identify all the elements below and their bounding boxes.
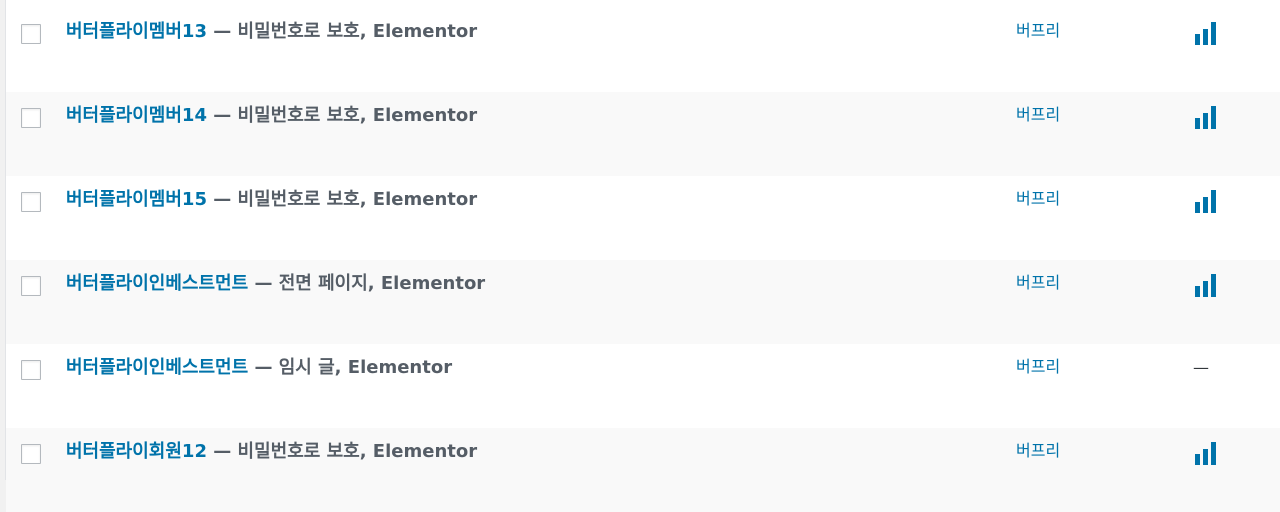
row-title-line: 버터플라이인베스트먼트 — 임시 글, Elementor bbox=[66, 356, 452, 380]
author-link[interactable]: 버프리 bbox=[1016, 104, 1060, 126]
post-state: 비밀번호로 보호, Elementor bbox=[237, 441, 478, 462]
row-title-link[interactable]: 버터플라이인베스트먼트 bbox=[66, 357, 248, 378]
table-row: 버터플라이멤버14 — 비밀번호로 보호, Elementor 버프리 bbox=[6, 92, 1280, 176]
row-title-line: 버터플라이멤버15 — 비밀번호로 보호, Elementor bbox=[66, 188, 477, 212]
title-separator: — bbox=[248, 273, 279, 294]
seo-score-icon bbox=[1194, 189, 1220, 213]
author-link[interactable]: 버프리 bbox=[1016, 356, 1060, 378]
row-title-link[interactable]: 버터플라이멤버14 bbox=[66, 105, 207, 126]
table-row: 버터플라이멤버13 — 비밀번호로 보호, Elementor 버프리 bbox=[6, 0, 1280, 76]
title-separator: — bbox=[206, 441, 238, 462]
bars-icon bbox=[1195, 274, 1216, 297]
seo-score-icon bbox=[1194, 21, 1220, 45]
row-title-line: 버터플라이멤버13 — 비밀번호로 보호, Elementor bbox=[66, 20, 477, 44]
author-link[interactable]: 버프리 bbox=[1016, 272, 1060, 294]
seo-score-icon bbox=[1194, 273, 1220, 297]
bars-icon bbox=[1195, 106, 1216, 129]
row-title-link[interactable]: 버터플라이인베스트먼트 bbox=[66, 273, 248, 294]
author-link[interactable]: 버프리 bbox=[1016, 440, 1060, 462]
post-state: 비밀번호로 보호, Elementor bbox=[237, 105, 478, 126]
row-checkbox[interactable] bbox=[21, 24, 41, 44]
title-separator: — bbox=[206, 105, 238, 126]
table-row: 버터플라이멤버15 — 비밀번호로 보호, Elementor 버프리 bbox=[6, 176, 1280, 260]
bars-icon bbox=[1195, 442, 1216, 465]
post-state: 비밀번호로 보호, Elementor bbox=[237, 189, 478, 210]
seo-score-icon bbox=[1194, 441, 1220, 465]
row-checkbox[interactable] bbox=[21, 444, 41, 464]
title-separator: — bbox=[206, 189, 238, 210]
row-title-link[interactable]: 버터플라이멤버13 bbox=[66, 21, 207, 42]
table-row: 버터플라이회원12 — 비밀번호로 보호, Elementor 버프리 bbox=[6, 428, 1280, 512]
title-separator: — bbox=[206, 21, 238, 42]
row-title-link[interactable]: 버터플라이회원12 bbox=[66, 441, 207, 462]
row-title-link[interactable]: 버터플라이멤버15 bbox=[66, 189, 207, 210]
title-separator: — bbox=[248, 357, 279, 378]
post-state: 임시 글, Elementor bbox=[278, 357, 453, 378]
row-checkbox[interactable] bbox=[21, 108, 41, 128]
bars-icon bbox=[1195, 22, 1216, 45]
seo-score-empty: — bbox=[1193, 358, 1209, 377]
row-title-line: 버터플라이멤버14 — 비밀번호로 보호, Elementor bbox=[66, 104, 477, 128]
post-state: 비밀번호로 보호, Elementor bbox=[237, 21, 478, 42]
table-row: 버터플라이인베스트먼트 — 임시 글, Elementor 버프리 — bbox=[6, 344, 1280, 428]
row-checkbox[interactable] bbox=[21, 276, 41, 296]
row-checkbox[interactable] bbox=[21, 192, 41, 212]
seo-score-icon bbox=[1194, 105, 1220, 129]
row-checkbox[interactable] bbox=[21, 360, 41, 380]
table-row: 버터플라이인베스트먼트 — 전면 페이지, Elementor 버프리 bbox=[6, 260, 1280, 344]
bars-icon bbox=[1195, 190, 1216, 213]
author-link[interactable]: 버프리 bbox=[1016, 188, 1060, 210]
row-title-line: 버터플라이인베스트먼트 — 전면 페이지, Elementor bbox=[66, 272, 485, 296]
author-link[interactable]: 버프리 bbox=[1016, 20, 1060, 42]
row-title-line: 버터플라이회원12 — 비밀번호로 보호, Elementor bbox=[66, 440, 477, 464]
post-state: 전면 페이지, Elementor bbox=[278, 273, 486, 294]
pages-list-table: 버터플라이멤버13 — 비밀번호로 보호, Elementor 버프리 버터플라… bbox=[5, 0, 1280, 512]
